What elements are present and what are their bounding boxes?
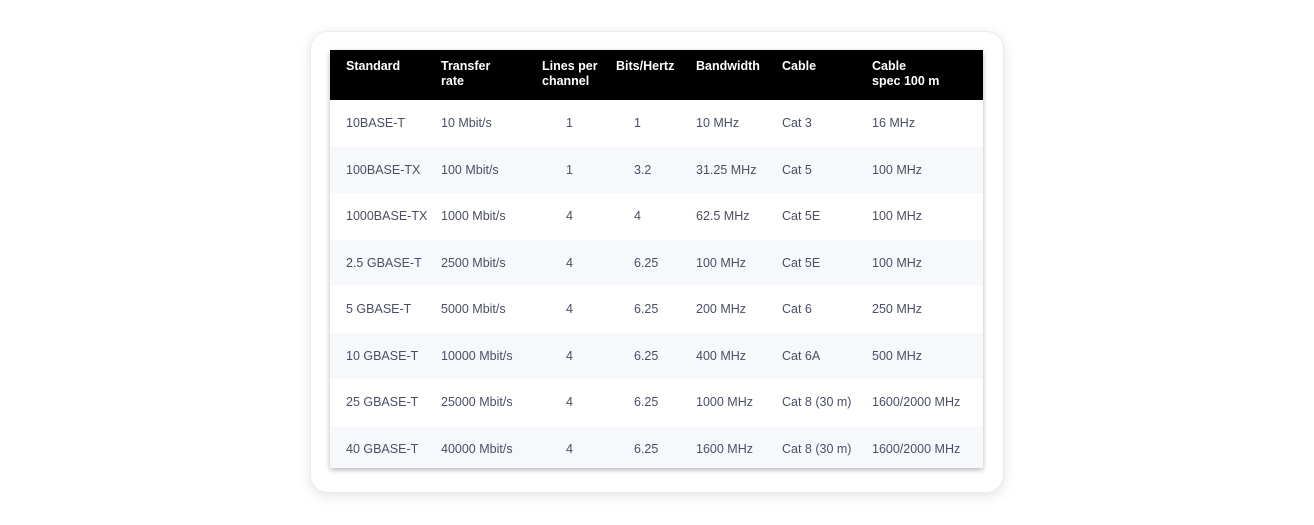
ethernet-standards-table: Standard Transfer rate Lines per channel… bbox=[330, 50, 983, 468]
cell-lines-per-channel: 4 bbox=[566, 395, 573, 410]
cell-bits-per-hertz: 6.25 bbox=[634, 255, 659, 270]
table-row: 10BASE-T 10 Mbit/s 1 1 10 MHz Cat 3 16 MHz bbox=[330, 100, 983, 147]
cell-transfer-rate: 100 Mbit/s bbox=[441, 162, 499, 177]
cell-transfer-rate: 10000 Mbit/s bbox=[441, 348, 513, 363]
header-standard: Standard bbox=[346, 59, 401, 73]
cell-transfer-rate: 25000 Mbit/s bbox=[441, 395, 513, 410]
ethernet-standards-table-container: Standard Transfer rate Lines per channel… bbox=[330, 50, 983, 468]
cell-standard: 25 GBASE-T bbox=[346, 395, 419, 410]
header-cable-spec: Cable spec 100 m bbox=[872, 59, 940, 88]
cell-bandwidth: 100 MHz bbox=[696, 255, 747, 270]
cell-standard: 10 GBASE-T bbox=[346, 348, 419, 363]
cell-cable-spec: 250 MHz bbox=[872, 302, 923, 317]
header-bits-per-hertz: Bits/Hertz bbox=[616, 59, 675, 73]
cell-cable: Cat 5E bbox=[782, 209, 821, 224]
header-bandwidth: Bandwidth bbox=[696, 59, 760, 73]
cell-bandwidth: 400 MHz bbox=[696, 348, 747, 363]
cell-transfer-rate: 1000 Mbit/s bbox=[441, 209, 506, 224]
cell-lines-per-channel: 1 bbox=[566, 116, 573, 131]
cell-bandwidth: 62.5 MHz bbox=[696, 209, 750, 224]
cell-bandwidth: 1600 MHz bbox=[696, 441, 753, 456]
cell-bits-per-hertz: 3.2 bbox=[634, 162, 652, 177]
cell-standard: 2.5 GBASE-T bbox=[346, 255, 422, 270]
cell-cable: Cat 6 bbox=[782, 302, 812, 317]
cell-lines-per-channel: 1 bbox=[566, 162, 573, 177]
cell-bandwidth: 1000 MHz bbox=[696, 395, 753, 410]
table-row: 1000BASE-TX 1000 Mbit/s 4 4 62.5 MHz Cat 5E 10… bbox=[330, 193, 983, 240]
table-row: 5 GBASE-T 5000 Mbit/s 4 6.25 200 MHz Cat 6 250… bbox=[330, 286, 983, 333]
cell-cable-spec: 1600/2000 MHz bbox=[872, 395, 961, 410]
header-cable: Cable bbox=[782, 59, 817, 73]
cell-standard: 10BASE-T bbox=[346, 116, 406, 131]
cell-standard: 100BASE-TX bbox=[346, 162, 421, 177]
table-row: 10 GBASE-T 10000 Mbit/s 4 6.25 400 MHz Cat 6A… bbox=[330, 332, 983, 379]
cell-lines-per-channel: 4 bbox=[566, 348, 573, 363]
cell-cable: Cat 6A bbox=[782, 348, 821, 363]
table-header: Standard Transfer rate Lines per channel… bbox=[330, 50, 983, 100]
cell-standard: 5 GBASE-T bbox=[346, 302, 412, 317]
table-row: 2.5 GBASE-T 2500 Mbit/s 4 6.25 100 MHz Cat 5E… bbox=[330, 239, 983, 286]
cell-bits-per-hertz: 4 bbox=[634, 209, 641, 224]
cell-bits-per-hertz: 6.25 bbox=[634, 441, 659, 456]
cell-cable-spec: 16 MHz bbox=[872, 116, 916, 131]
table-row: 100BASE-TX 100 Mbit/s 1 3.2 31.25 MHz Cat 5 10… bbox=[330, 146, 983, 193]
cell-transfer-rate: 2500 Mbit/s bbox=[441, 255, 506, 270]
cell-cable-spec: 1600/2000 MHz bbox=[872, 441, 961, 456]
cell-bits-per-hertz: 1 bbox=[634, 116, 641, 131]
cell-standard: 1000BASE-TX bbox=[346, 209, 428, 224]
cell-bits-per-hertz: 6.25 bbox=[634, 302, 659, 317]
cell-cable-spec: 100 MHz bbox=[872, 162, 923, 177]
cell-cable: Cat 3 bbox=[782, 116, 812, 131]
header-lines-per-channel: Lines per channel bbox=[542, 59, 598, 88]
cell-lines-per-channel: 4 bbox=[566, 209, 573, 224]
table-card: Standard Transfer rate Lines per channel… bbox=[310, 31, 1004, 493]
cell-bits-per-hertz: 6.25 bbox=[634, 395, 659, 410]
table-row: 25 GBASE-T 25000 Mbit/s 4 6.25 1000 MHz Cat 8… bbox=[330, 379, 983, 426]
cell-cable-spec: 500 MHz bbox=[872, 348, 923, 363]
cell-lines-per-channel: 4 bbox=[566, 302, 573, 317]
cell-lines-per-channel: 4 bbox=[566, 441, 573, 456]
cell-bandwidth: 31.25 MHz bbox=[696, 162, 757, 177]
cell-standard: 40 GBASE-T bbox=[346, 441, 419, 456]
cell-bandwidth: 10 MHz bbox=[696, 116, 740, 131]
cell-cable-spec: 100 MHz bbox=[872, 255, 923, 270]
header-transfer-rate: Transfer rate bbox=[441, 59, 491, 88]
cell-bandwidth: 200 MHz bbox=[696, 302, 747, 317]
cell-cable-spec: 100 MHz bbox=[872, 209, 923, 224]
cell-cable: Cat 5E bbox=[782, 255, 821, 270]
cell-lines-per-channel: 4 bbox=[566, 255, 573, 270]
cell-transfer-rate: 5000 Mbit/s bbox=[441, 302, 506, 317]
cell-bits-per-hertz: 6.25 bbox=[634, 348, 659, 363]
cell-transfer-rate: 40000 Mbit/s bbox=[441, 441, 513, 456]
table-body: 10BASE-T 10 Mbit/s 1 1 10 MHz Cat 3 16 MHz 100B… bbox=[330, 100, 983, 468]
cell-transfer-rate: 10 Mbit/s bbox=[441, 116, 492, 131]
cell-cable: Cat 8 (30 m) bbox=[782, 395, 852, 410]
header-row: Standard Transfer rate Lines per channel… bbox=[330, 50, 983, 100]
table-row: 40 GBASE-T 40000 Mbit/s 4 6.25 1600 MHz Cat 8… bbox=[330, 425, 983, 468]
cell-cable: Cat 8 (30 m) bbox=[782, 441, 852, 456]
cell-cable: Cat 5 bbox=[782, 162, 812, 177]
